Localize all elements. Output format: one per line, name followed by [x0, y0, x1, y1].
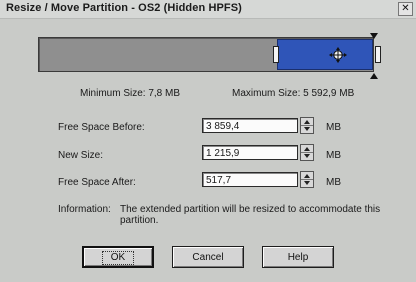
spin-down-icon[interactable] — [304, 127, 310, 131]
title-bar: Resize / Move Partition - OS2 (Hidden HP… — [0, 0, 416, 19]
information-text: The extended partition will be resized t… — [120, 204, 381, 226]
minimum-size-label: Minimum Size: 7,8 MB — [80, 88, 181, 99]
new-size-field[interactable]: 1 215,9 — [202, 145, 298, 160]
map-bottom-marker-icon — [370, 73, 378, 79]
free-space-before-spinner[interactable] — [300, 117, 314, 134]
cancel-button[interactable]: Cancel — [172, 246, 244, 268]
dialog-body: Minimum Size: 7,8 MB Maximum Size: 5 592… — [0, 18, 416, 282]
spin-up-icon[interactable] — [304, 120, 310, 124]
spin-up-icon[interactable] — [304, 174, 310, 178]
ok-button[interactable]: OK — [82, 246, 154, 268]
free-space-after-unit: MB — [326, 177, 341, 188]
ok-button-label: OK — [101, 251, 135, 265]
spin-down-icon[interactable] — [304, 181, 310, 185]
free-space-before-label: Free Space Before: — [58, 122, 145, 133]
spin-divider — [301, 125, 313, 126]
new-size-label: New Size: — [58, 150, 104, 161]
help-button[interactable]: Help — [262, 246, 334, 268]
free-space-after-label: Free Space After: — [58, 177, 136, 188]
spin-divider — [301, 179, 313, 180]
maximum-size-label: Maximum Size: 5 592,9 MB — [232, 88, 355, 99]
move-arrows-icon[interactable] — [329, 47, 347, 63]
map-top-marker-icon — [370, 33, 378, 39]
information-label: Information: — [58, 204, 111, 215]
spin-down-icon[interactable] — [304, 154, 310, 158]
free-space-after-field[interactable]: 517,7 — [202, 172, 298, 187]
partition-block[interactable] — [277, 39, 373, 70]
free-space-before-unit: MB — [326, 122, 341, 133]
new-size-unit: MB — [326, 150, 341, 161]
spin-up-icon[interactable] — [304, 147, 310, 151]
spin-divider — [301, 152, 313, 153]
partition-map[interactable] — [38, 37, 381, 72]
close-button[interactable]: ✕ — [398, 2, 413, 16]
new-size-spinner[interactable] — [300, 144, 314, 161]
free-space-before-field[interactable]: 3 859,4 — [202, 118, 298, 133]
right-resize-handle[interactable] — [375, 46, 381, 63]
free-space-after-spinner[interactable] — [300, 171, 314, 188]
window-title: Resize / Move Partition - OS2 (Hidden HP… — [6, 2, 242, 14]
left-resize-handle[interactable] — [273, 46, 279, 63]
